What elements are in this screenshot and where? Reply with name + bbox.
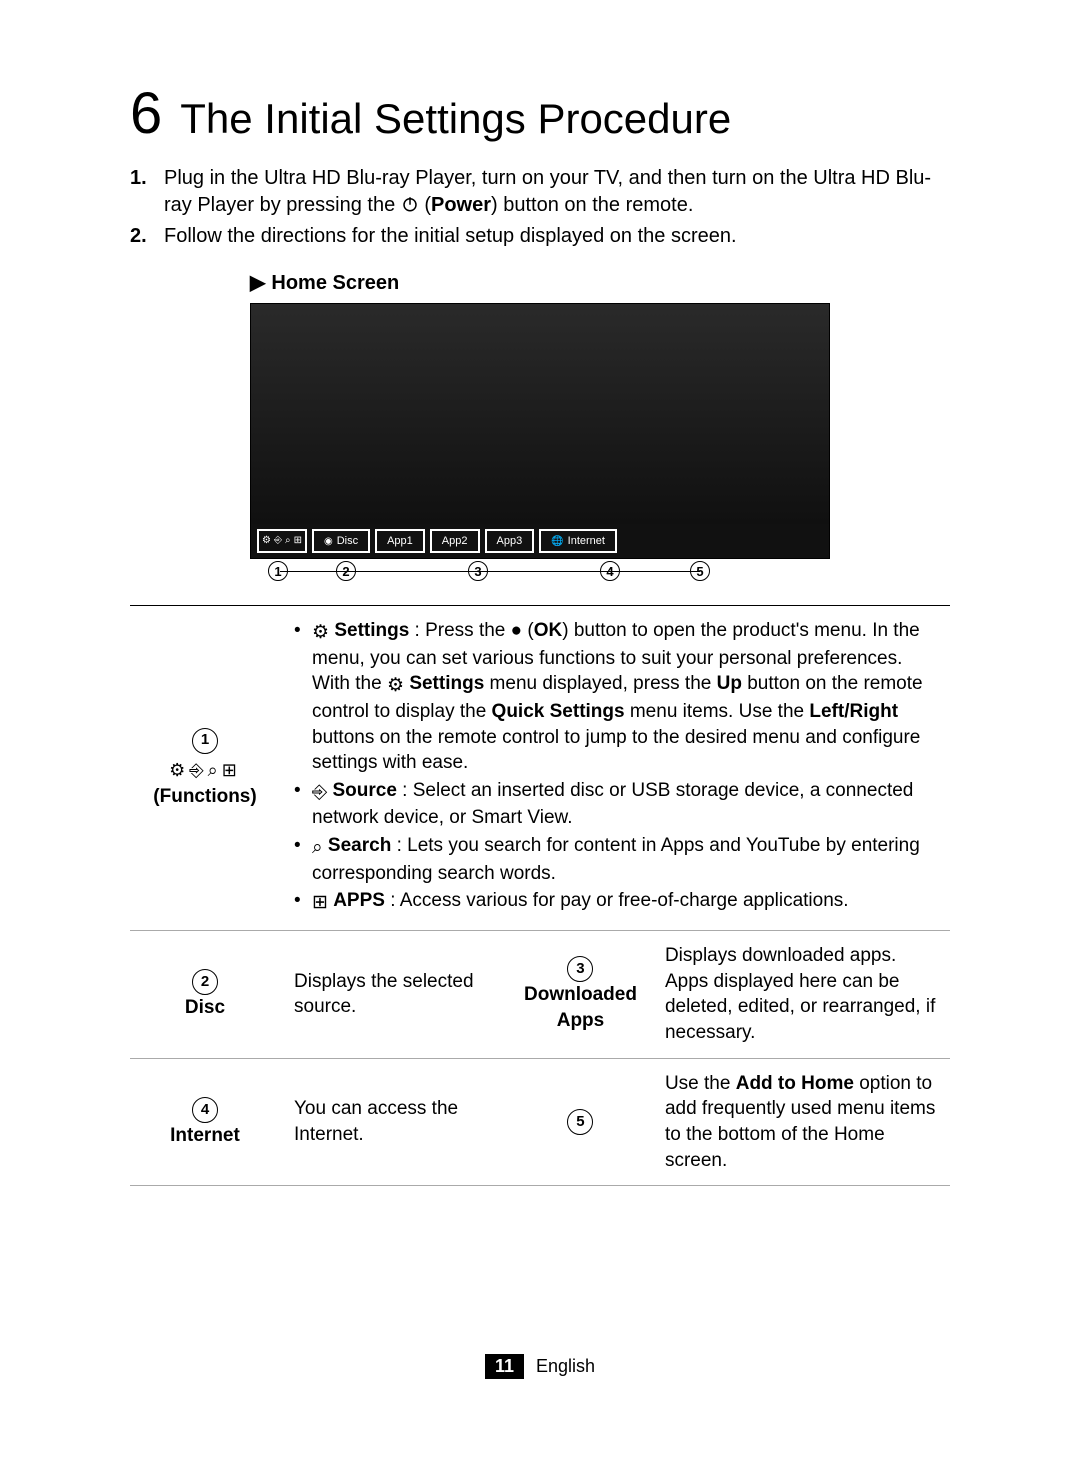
source-bullet: ⎆ Source : Select an inserted disc or US… [294, 778, 936, 831]
step-text: Plug in the Ultra HD Blu-ray Player, tur… [164, 165, 950, 219]
gear-icon: ⚙ [312, 620, 329, 646]
functions-icons: ⚙⎆⌕⊞ [144, 758, 266, 782]
search-icon: ⌕ [285, 536, 291, 546]
globe-icon: 🌐 [551, 536, 563, 547]
section-heading: The Initial Settings Procedure [180, 95, 731, 143]
apps-icon: ⊞ [222, 760, 241, 780]
source-icon: ⎆ [189, 760, 207, 780]
power-icon [401, 195, 419, 213]
callout-2: 2 [192, 969, 218, 995]
section-title: 6 The Initial Settings Procedure [130, 80, 950, 147]
callout-5: 5 [567, 1109, 593, 1135]
screen-background [251, 304, 829, 524]
downloaded-cell: 3 Downloaded Apps [510, 931, 651, 1059]
internet-tile: 🌐Internet [539, 529, 617, 553]
table-row: 2 Disc Displays the selected source. 3 D… [130, 931, 950, 1059]
internet-desc: You can access the Internet. [280, 1058, 510, 1186]
gear-icon: ⚙ [262, 536, 271, 546]
home-screen-figure: ⚙ ⎆ ⌕ ⊞ ◉Disc App1 App2 App3 🌐Internet 1… [250, 303, 950, 583]
internet-label: Internet [144, 1123, 266, 1149]
functions-desc: ⚙ Settings : Press the ● (OK) button to … [280, 606, 950, 931]
app-tile: App2 [430, 529, 480, 553]
home-screen-heading: ▶Home Screen [250, 270, 950, 295]
step-number: 2. [130, 223, 152, 250]
disc-label: Disc [144, 995, 266, 1021]
apps-bullet: ⊞ APPS : Access various for pay or free-… [294, 888, 936, 916]
tv-screen: ⚙ ⎆ ⌕ ⊞ ◉Disc App1 App2 App3 🌐Internet [250, 303, 830, 559]
step-number: 1. [130, 165, 152, 219]
disc-icon: ◉ [324, 536, 333, 547]
source-icon: ⎆ [312, 780, 327, 806]
section-number: 6 [130, 80, 162, 147]
instruction-item: 2. Follow the directions for the initial… [130, 223, 950, 250]
ok-icon: ● [511, 620, 522, 641]
home-taskbar: ⚙ ⎆ ⌕ ⊞ ◉Disc App1 App2 App3 🌐Internet [251, 524, 829, 558]
callout-4: 4 [192, 1097, 218, 1123]
apps-icon: ⊞ [312, 890, 328, 916]
page-footer: 11 English [0, 1354, 1080, 1379]
description-table: 1 ⚙⎆⌕⊞ (Functions) ⚙ Settings : Press th… [130, 605, 950, 1186]
disc-tile: ◉Disc [312, 529, 370, 553]
downloaded-desc: Displays downloaded apps. Apps displayed… [651, 931, 950, 1059]
search-bullet: ⌕ Search : Lets you search for content i… [294, 833, 936, 886]
addhome-desc: Use the Add to Home option to add freque… [651, 1058, 950, 1186]
downloaded-label: Downloaded Apps [524, 982, 637, 1033]
disc-cell: 2 Disc [130, 931, 280, 1059]
search-icon: ⌕ [208, 760, 222, 780]
disc-desc: Displays the selected source. [280, 931, 510, 1059]
addhome-cell: 5 [510, 1058, 651, 1186]
gear-icon: ⚙ [169, 760, 189, 780]
app-tile: App3 [485, 529, 535, 553]
gear-icon: ⚙ [387, 673, 404, 699]
footer-language: English [536, 1356, 595, 1376]
manual-page: 6 The Initial Settings Procedure 1. Plug… [0, 0, 1080, 1246]
search-icon: ⌕ [312, 835, 323, 861]
table-row: 1 ⚙⎆⌕⊞ (Functions) ⚙ Settings : Press th… [130, 606, 950, 931]
instruction-list: 1. Plug in the Ultra HD Blu-ray Player, … [130, 165, 950, 250]
functions-cell: 1 ⚙⎆⌕⊞ (Functions) [130, 606, 280, 931]
app-tile: App1 [375, 529, 425, 553]
table-row: 4 Internet You can access the Internet. … [130, 1058, 950, 1186]
page-number: 11 [485, 1354, 524, 1379]
apps-icon: ⊞ [294, 536, 302, 546]
functions-label: (Functions) [144, 784, 266, 810]
functions-cluster: ⚙ ⎆ ⌕ ⊞ [257, 529, 307, 553]
settings-bullet: ⚙ Settings : Press the ● (OK) button to … [294, 618, 936, 776]
internet-cell: 4 Internet [130, 1058, 280, 1186]
callout-1: 1 [192, 728, 218, 754]
source-icon: ⎆ [274, 536, 282, 546]
triangle-icon: ▶ [250, 270, 265, 295]
step-text: Follow the directions for the initial se… [164, 223, 737, 250]
callout-row: 1 2 3 4 5 [250, 559, 830, 583]
instruction-item: 1. Plug in the Ultra HD Blu-ray Player, … [130, 165, 950, 219]
callout-3: 3 [567, 956, 593, 982]
